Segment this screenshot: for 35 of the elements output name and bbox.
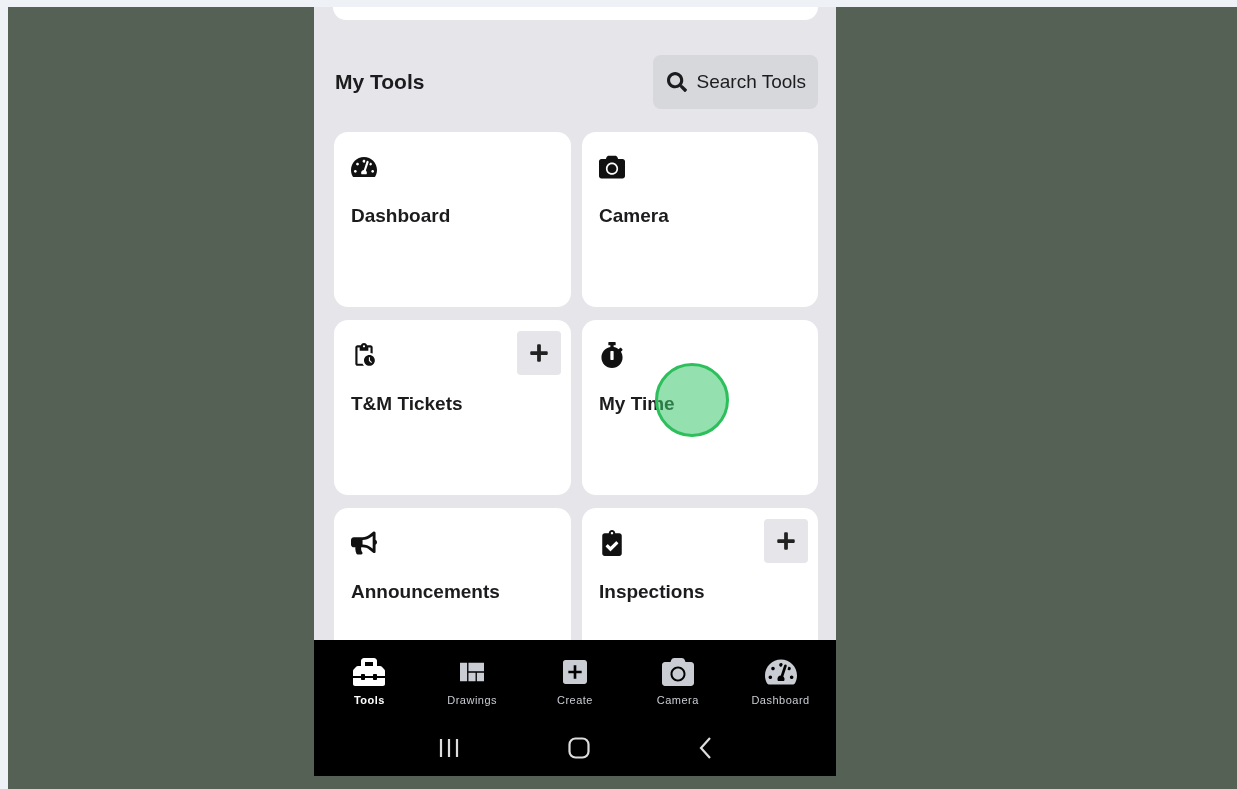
megaphone-icon <box>351 530 377 556</box>
clipboard-check-icon <box>599 530 625 556</box>
recent-apps-button[interactable] <box>438 738 460 758</box>
tool-card[interactable]: T&M Tickets <box>334 320 571 495</box>
tool-card[interactable]: Dashboard <box>334 132 571 307</box>
back-icon <box>698 736 712 760</box>
tool-card[interactable]: Camera <box>582 132 818 307</box>
nav-tab[interactable]: Drawings <box>422 640 523 720</box>
plus-icon <box>529 343 549 363</box>
camera-icon <box>661 656 694 688</box>
search-button[interactable]: Search Tools <box>652 55 818 109</box>
section-title: My Tools <box>335 70 425 94</box>
home-button[interactable] <box>568 737 590 759</box>
tool-card[interactable]: Inspections <box>582 508 818 640</box>
toolbox-icon <box>353 656 386 688</box>
tool-label: Inspections <box>599 581 706 603</box>
tool-label: Announcements <box>351 581 501 603</box>
nav-tab[interactable]: Tools <box>319 640 420 720</box>
home-icon <box>568 737 590 759</box>
camera-icon <box>599 154 625 180</box>
tool-card[interactable]: Announcements <box>334 508 571 640</box>
stopwatch-icon <box>599 342 625 368</box>
add-button[interactable] <box>764 519 808 563</box>
tool-label: T&M Tickets <box>351 393 464 415</box>
nav-tab[interactable]: Create <box>525 640 625 720</box>
gauge-icon <box>351 154 377 180</box>
add-button[interactable] <box>517 331 561 375</box>
nav-tab[interactable]: Camera <box>627 640 728 720</box>
tool-label: Dashboard <box>351 205 452 227</box>
search-icon <box>666 72 687 92</box>
back-button[interactable] <box>698 736 712 760</box>
recent-apps-icon <box>438 738 460 758</box>
tool-label: Camera <box>599 205 670 227</box>
nav-tab[interactable]: Dashboard <box>730 640 831 720</box>
plus-icon <box>776 531 796 551</box>
